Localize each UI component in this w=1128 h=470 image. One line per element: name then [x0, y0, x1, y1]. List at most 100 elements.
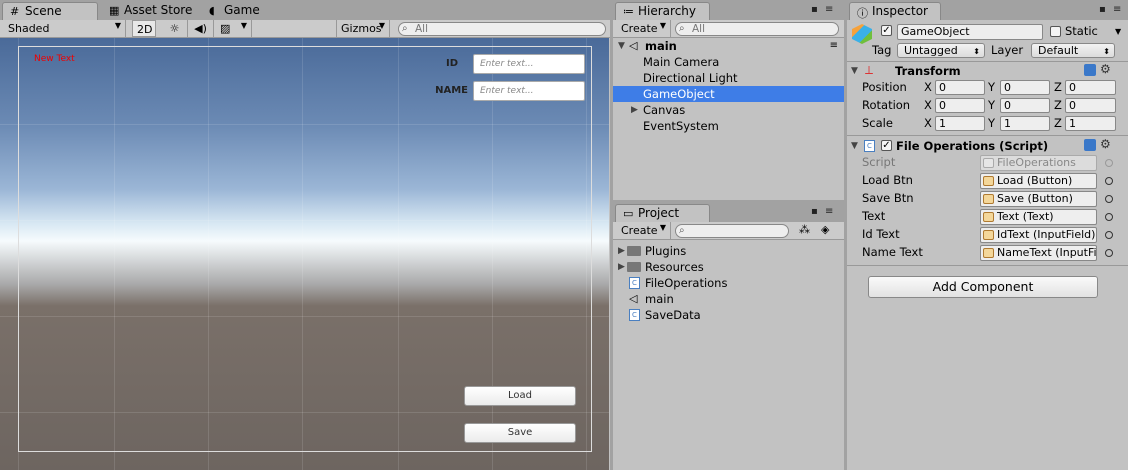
tag-dropdown[interactable]: Untagged ⬍	[897, 43, 985, 58]
lighting-toggle-button[interactable]: ☼	[162, 20, 188, 37]
active-checkbox[interactable]: ✓	[881, 25, 892, 36]
hierarchy-item[interactable]: Main Camera	[613, 54, 844, 70]
hierarchy-item-selected[interactable]: GameObject	[613, 86, 844, 102]
position-y-field[interactable]: 0	[1000, 80, 1050, 95]
tag-label: Tag	[872, 43, 892, 57]
gear-icon[interactable]: ⚙	[1100, 137, 1111, 151]
filter-by-label-icon[interactable]: ◈	[821, 223, 829, 236]
position-label: Position	[862, 80, 907, 94]
tab-project[interactable]: ▭ Project	[615, 204, 710, 222]
hierarchy-tabbar: ≔ Hierarchy ▪ ≡	[613, 0, 844, 20]
object-picker-icon[interactable]	[1105, 249, 1113, 257]
add-component-button[interactable]: Add Component	[868, 276, 1098, 298]
expand-triangle-icon[interactable]: ▶	[618, 259, 625, 275]
scene-search-input[interactable]: ⌕ All	[398, 22, 606, 36]
object-picker-icon[interactable]	[1105, 195, 1113, 203]
load-btn-label: Load Btn	[862, 173, 913, 187]
rotation-y-field[interactable]: 0	[1000, 98, 1050, 113]
script-component-title: File Operations (Script)	[896, 139, 1049, 153]
project-tabbar: ▭ Project ▪ ≡	[613, 202, 844, 222]
tab-asset-store[interactable]: ▦ Asset Store	[102, 2, 194, 20]
gizmos-dropdown[interactable]: Gizmos ▼	[336, 20, 390, 37]
scene-menu-icon[interactable]: ≡	[830, 38, 838, 54]
tab-inspector[interactable]: ⓘ Inspector	[849, 2, 941, 20]
object-picker-icon[interactable]	[1105, 213, 1113, 221]
position-x-field[interactable]: 0	[935, 80, 985, 95]
text-object-field[interactable]: Text (Text)	[980, 209, 1097, 225]
toggle-2d-button[interactable]: 2D	[132, 20, 156, 37]
project-item[interactable]: C FileOperations	[613, 275, 844, 291]
scene-panel: # Scene ▦ Asset Store ◖ Game Shaded ▼ 2D…	[0, 0, 610, 470]
rotation-z-field[interactable]: 0	[1065, 98, 1116, 113]
name-text-object-field[interactable]: NameText (InputField)	[980, 245, 1097, 261]
help-book-icon[interactable]	[1084, 139, 1096, 151]
project-item[interactable]: ◁ main	[613, 291, 844, 307]
sun-icon: ☼	[169, 22, 180, 35]
static-checkbox[interactable]	[1050, 26, 1061, 37]
object-picker-icon[interactable]	[1105, 177, 1113, 185]
divider	[847, 265, 1128, 266]
axis-x-label: X	[924, 98, 932, 112]
position-z-field[interactable]: 0	[1065, 80, 1116, 95]
expand-triangle-icon[interactable]: ▶	[618, 243, 625, 259]
object-picker-icon[interactable]	[1105, 231, 1113, 239]
component-enabled-checkbox[interactable]: ✓	[881, 140, 892, 151]
lock-icon[interactable]: ▪	[1099, 4, 1106, 15]
filter-by-type-icon[interactable]: ⁂	[799, 223, 810, 236]
expand-triangle-icon[interactable]: ▼	[618, 38, 625, 54]
hierarchy-item[interactable]: Directional Light	[613, 70, 844, 86]
project-item[interactable]: ▶ Resources	[613, 259, 844, 275]
project-search-input[interactable]: ⌕	[675, 224, 789, 238]
tab-game[interactable]: ◖ Game	[202, 2, 272, 20]
project-item[interactable]: C SaveData	[613, 307, 844, 323]
tab-hierarchy[interactable]: ≔ Hierarchy	[615, 2, 710, 20]
text-component-icon	[983, 212, 994, 222]
scale-z-field[interactable]: 1	[1065, 116, 1116, 131]
transform-title: Transform	[895, 64, 961, 78]
save-btn-object-field[interactable]: Save (Button)	[980, 191, 1097, 207]
effects-dropdown[interactable]: ▨ ▼	[216, 20, 252, 37]
collapse-triangle-icon[interactable]: ▼	[851, 66, 858, 76]
project-create-dropdown[interactable]: Create ▼	[617, 222, 671, 239]
static-dropdown-arrow-icon[interactable]: ▼	[1115, 27, 1121, 36]
shading-mode-dropdown[interactable]: Shaded ▼	[0, 20, 126, 37]
expand-triangle-icon[interactable]: ▶	[631, 102, 638, 118]
lock-icon[interactable]: ▪	[811, 206, 818, 217]
axis-x-label: X	[924, 80, 932, 94]
hierarchy-search-input[interactable]: ⌕ All	[675, 22, 839, 36]
hierarchy-item[interactable]: ▶ Canvas	[613, 102, 844, 118]
id-text-object-field[interactable]: IdText (InputField)	[980, 227, 1097, 243]
hierarchy-create-dropdown[interactable]: Create ▼	[617, 20, 671, 37]
object-name-field[interactable]: GameObject	[897, 24, 1043, 40]
help-book-icon[interactable]	[1084, 64, 1096, 76]
panel-menu-icon[interactable]: ≡	[825, 206, 833, 217]
folder-icon	[627, 262, 641, 272]
collapse-triangle-icon[interactable]: ▼	[851, 141, 858, 151]
name-input-field[interactable]: Enter text...	[473, 81, 585, 101]
project-item[interactable]: ▶ Plugins	[613, 243, 844, 259]
scale-x-field[interactable]: 1	[935, 116, 985, 131]
inputfield-component-icon	[983, 230, 994, 240]
save-button[interactable]: Save	[464, 423, 576, 443]
hierarchy-item[interactable]: EventSystem	[613, 118, 844, 134]
save-btn-label: Save Btn	[862, 191, 914, 205]
panel-menu-icon[interactable]: ≡	[825, 4, 833, 15]
folder-icon: ▭	[623, 207, 634, 220]
audio-toggle-button[interactable]: ◀)	[188, 20, 214, 37]
panel-menu-icon[interactable]: ≡	[1113, 4, 1121, 15]
id-input-field[interactable]: Enter text...	[473, 54, 585, 74]
tab-scene[interactable]: # Scene	[2, 2, 98, 20]
load-btn-object-field[interactable]: Load (Button)	[980, 173, 1097, 189]
load-button[interactable]: Load	[464, 386, 576, 406]
layer-dropdown[interactable]: Default ⬍	[1031, 43, 1115, 58]
scene-viewport[interactable]: New Text ID Enter text... NAME Enter tex…	[0, 38, 609, 470]
gear-icon[interactable]: ⚙	[1100, 62, 1111, 76]
project-panel: ▭ Project ▪ ≡ Create ▼ ⌕ ⁂ ◈ ▶ Plugins ▶…	[613, 202, 844, 470]
axis-y-label: Y	[988, 116, 996, 130]
lock-icon[interactable]: ▪	[811, 4, 818, 15]
new-text-label[interactable]: New Text	[34, 54, 75, 64]
scale-y-field[interactable]: 1	[1000, 116, 1050, 131]
scene-root-row[interactable]: ▼ ◁ main ≡	[613, 38, 844, 54]
rotation-x-field[interactable]: 0	[935, 98, 985, 113]
script-field-label: Script	[862, 155, 896, 169]
